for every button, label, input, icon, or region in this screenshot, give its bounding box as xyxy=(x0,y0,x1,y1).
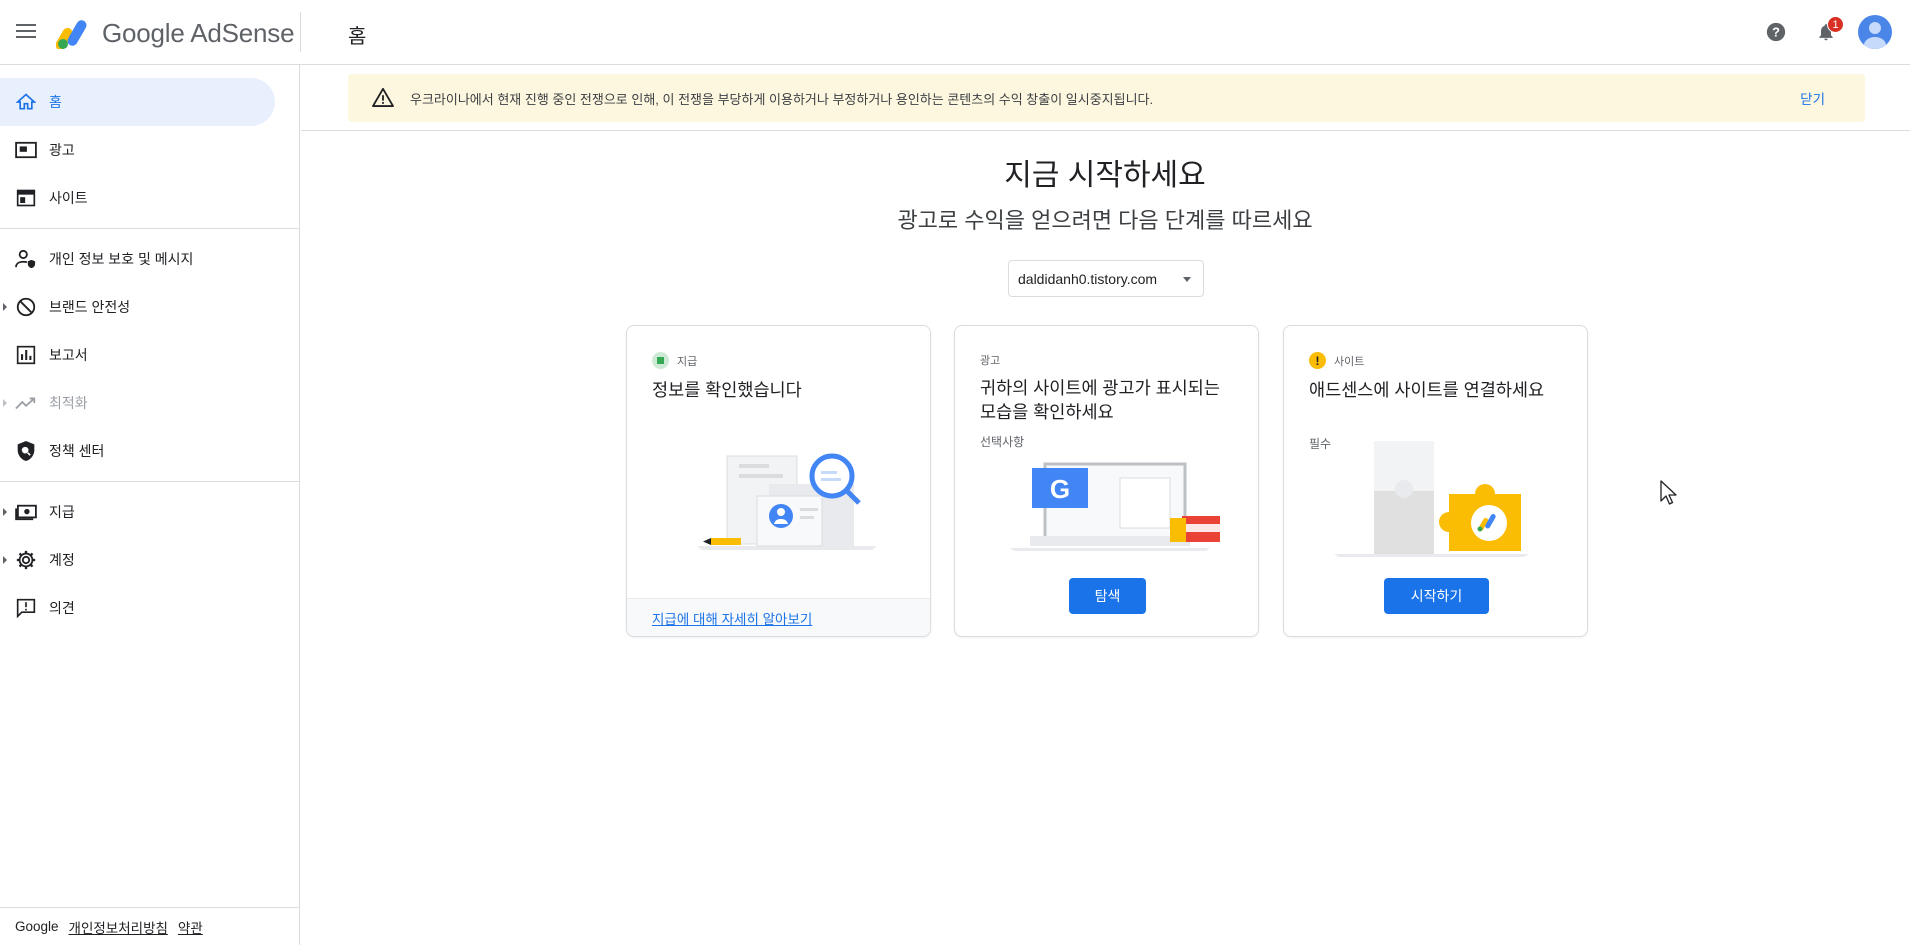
card-tag: 지급 xyxy=(652,352,697,369)
sidebar-item-sites[interactable]: 사이트 xyxy=(0,174,299,222)
sidebar-item-reports[interactable]: 보고서 xyxy=(0,331,299,379)
payments-icon xyxy=(14,500,38,524)
sidebar-item-label: 정책 센터 xyxy=(49,443,105,459)
brand-name: Google AdSense xyxy=(102,17,295,48)
mouse-cursor-icon xyxy=(1660,480,1677,505)
adsense-logo[interactable]: Google AdSense xyxy=(56,17,295,49)
card-tag: ! 사이트 xyxy=(1309,352,1364,369)
connect-site-card: ! 사이트 애드센스에 사이트를 연결하세요 필수 시작하기 xyxy=(1283,325,1588,637)
gear-icon xyxy=(14,548,38,572)
sidebar-item-label: 홈 xyxy=(49,94,62,110)
sidebar-item-optimization[interactable]: 최적화 xyxy=(0,379,299,427)
attention-icon: ! xyxy=(1309,352,1326,369)
sidebar-item-ads[interactable]: 광고 xyxy=(0,126,299,174)
sidebar-item-policy-center[interactable]: 정책 센터 xyxy=(0,427,299,475)
sidebar-item-label: 보고서 xyxy=(49,347,88,363)
terms-link[interactable]: 약관 xyxy=(178,917,203,937)
policy-icon xyxy=(14,439,38,463)
sidebar: 홈 광고 사이트 개인 정보 보호 및 메시지 브랜드 안전성 보고서 최적화 … xyxy=(0,65,300,945)
ads-preview-illustration: G xyxy=(1010,462,1220,551)
card-title: 애드센스에 사이트를 연결하세요 xyxy=(1309,380,1545,400)
site-selector-dropdown[interactable]: daldidanh0.tistory.com xyxy=(1008,260,1204,297)
card-tag: 광고 xyxy=(980,352,1000,368)
adsense-logo-icon xyxy=(56,20,87,49)
status-complete-icon xyxy=(652,352,669,369)
explore-button[interactable]: 탐색 xyxy=(1069,578,1146,614)
hamburger-menu-icon[interactable] xyxy=(12,20,40,48)
card-title: 정보를 확인했습니다 xyxy=(652,380,802,400)
getting-started-subtitle: 광고로 수익을 얻으려면 다음 단계를 따르세요 xyxy=(897,208,1313,233)
sidebar-item-payments[interactable]: 지급 xyxy=(0,488,299,536)
header-divider xyxy=(300,12,301,52)
main-divider xyxy=(301,130,1910,131)
notifications-icon[interactable]: 1 xyxy=(1808,14,1844,50)
card-tag-label: 광고 xyxy=(980,355,1001,367)
account-avatar[interactable] xyxy=(1858,15,1892,49)
selected-site: daldidanh0.tistory.com xyxy=(1018,270,1158,287)
sidebar-item-feedback[interactable]: 의견 xyxy=(0,584,299,632)
sidebar-item-label: 지급 xyxy=(49,504,75,520)
svg-text:G: G xyxy=(1050,474,1070,504)
sidebar-item-label: 계정 xyxy=(49,552,75,568)
page-title: 홈 xyxy=(348,26,367,48)
sidebar-item-privacy[interactable]: 개인 정보 보호 및 메시지 xyxy=(0,235,299,283)
card-tag-label: 지급 xyxy=(677,355,698,368)
trending-icon xyxy=(14,391,38,415)
privacy-policy-link[interactable]: 개인정보처리방침 xyxy=(69,917,168,937)
feedback-icon xyxy=(14,596,38,620)
privacy-icon xyxy=(14,247,38,271)
sidebar-divider xyxy=(0,481,299,482)
sidebar-item-label: 광고 xyxy=(49,142,75,158)
help-icon[interactable]: ? xyxy=(1758,14,1794,50)
card-tag-label: 사이트 xyxy=(1334,355,1365,368)
sidebar-item-home[interactable]: 홈 xyxy=(0,78,275,126)
ads-preview-card: 광고 귀하의 사이트에 광고가 표시되는 모습을 확인하세요 선택사항 G 탐색 xyxy=(954,325,1259,637)
expand-caret-icon xyxy=(3,556,7,564)
card-note: 필수 xyxy=(1309,437,1332,451)
notification-badge: 1 xyxy=(1827,16,1844,33)
get-started-button[interactable]: 시작하기 xyxy=(1384,578,1489,614)
sidebar-item-brand-safety[interactable]: 브랜드 안전성 xyxy=(0,283,299,331)
reports-icon xyxy=(14,343,38,367)
svg-text:?: ? xyxy=(1772,25,1780,40)
sites-icon xyxy=(14,186,38,210)
footer-google: Google xyxy=(15,919,59,934)
ads-icon xyxy=(14,138,38,162)
banner-close-button[interactable]: 닫기 xyxy=(1800,88,1825,108)
top-app-bar: Google AdSense 홈 ? 1 xyxy=(0,0,1910,65)
warning-icon xyxy=(372,87,394,110)
card-note: 선택사항 xyxy=(980,435,1025,449)
expand-caret-icon xyxy=(3,303,7,311)
expand-caret-icon xyxy=(3,399,7,407)
sidebar-item-label: 개인 정보 보호 및 메시지 xyxy=(49,251,194,267)
card-title: 귀하의 사이트에 광고가 표시되는 모습을 확인하세요 xyxy=(980,378,1220,422)
war-notice-banner: 우크라이나에서 현재 진행 중인 전쟁으로 인해, 이 전쟁을 부당하게 이용하… xyxy=(348,74,1865,122)
card-footer: 지급에 대해 자세히 알아보기 xyxy=(627,598,930,636)
getting-started-title: 지금 시작하세요 xyxy=(1004,159,1206,192)
sidebar-item-account[interactable]: 계정 xyxy=(0,536,299,584)
payments-learn-more-link[interactable]: 지급에 대해 자세히 알아보기 xyxy=(652,608,812,628)
dropdown-arrow-icon xyxy=(1183,277,1191,282)
sidebar-divider xyxy=(0,228,299,229)
sidebar-item-label: 사이트 xyxy=(49,190,88,206)
sidebar-item-label: 최적화 xyxy=(49,395,88,411)
payment-info-illustration xyxy=(697,453,877,550)
expand-caret-icon xyxy=(3,508,7,516)
sidebar-item-label: 의견 xyxy=(49,600,75,616)
connect-site-illustration xyxy=(1334,441,1529,557)
banner-message: 우크라이나에서 현재 진행 중인 전쟁으로 인해, 이 전쟁을 부당하게 이용하… xyxy=(410,91,1154,107)
sidebar-footer: Google 개인정보처리방침 약관 xyxy=(0,907,300,945)
home-icon xyxy=(14,90,38,114)
block-icon xyxy=(14,295,38,319)
payments-card: 지급 정보를 확인했습니다 지급에 대해 자세히 알아보기 xyxy=(626,325,931,637)
sidebar-item-label: 브랜드 안전성 xyxy=(49,299,131,315)
